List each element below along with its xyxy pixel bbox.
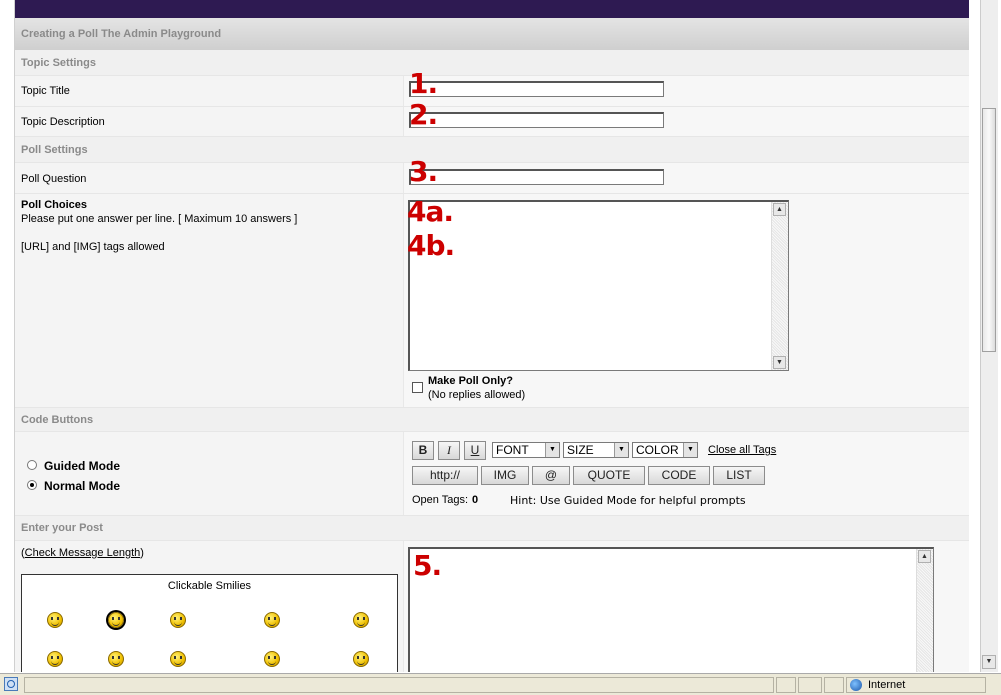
guided-mode-hint: Hint: Use Guided Mode for helpful prompt… xyxy=(510,494,746,507)
annotation-2: 2. xyxy=(409,98,438,131)
normal-mode-radio[interactable] xyxy=(27,480,37,490)
make-poll-only-checkbox[interactable] xyxy=(412,382,423,393)
browser-window: Creating a Poll The Admin Playground Top… xyxy=(0,0,1001,695)
size-select[interactable]: SIZE ▼ xyxy=(563,442,629,458)
topic-description-label: Topic Description xyxy=(21,116,105,128)
color-select-value: COLOR xyxy=(636,443,679,457)
scroll-up-icon[interactable]: ▲ xyxy=(918,550,931,563)
guided-mode-radio[interactable] xyxy=(27,460,37,470)
post-scrollbar[interactable]: ▲ xyxy=(916,549,933,672)
chevron-down-icon: ▼ xyxy=(545,443,559,457)
topic-description-input[interactable] xyxy=(409,112,664,128)
font-select[interactable]: FONT ▼ xyxy=(492,442,560,458)
header-band xyxy=(15,0,969,18)
chevron-down-icon: ▼ xyxy=(614,443,628,457)
section-poll-settings: Poll Settings xyxy=(15,137,969,163)
poll-question-label: Poll Question xyxy=(21,173,87,185)
check-length-wrapper: (Check Message Length) xyxy=(21,547,144,559)
annotation-1: 1. xyxy=(409,67,438,100)
topic-title-input[interactable] xyxy=(409,81,664,97)
topic-title-label: Topic Title xyxy=(21,85,70,97)
underline-button[interactable]: U xyxy=(464,441,486,460)
make-poll-only-sublabel: (No replies allowed) xyxy=(428,389,526,401)
section-code-buttons: Code Buttons xyxy=(15,408,969,432)
make-poll-only-label: Make Poll Only? xyxy=(428,375,513,387)
row-poll-choices: Poll Choices Please put one answer per l… xyxy=(15,194,969,408)
post-textarea[interactable]: ▲ xyxy=(408,547,934,672)
scroll-down-icon[interactable]: ▼ xyxy=(773,356,786,369)
main-content: Creating a Poll The Admin Playground Top… xyxy=(15,18,969,672)
email-tag-button[interactable]: @ xyxy=(532,466,570,485)
smilies-title: Clickable Smilies xyxy=(167,580,252,592)
smiley-laugh-icon[interactable] xyxy=(47,651,63,667)
section-enter-post: Enter your Post xyxy=(15,516,969,541)
quote-tag-button[interactable]: QUOTE xyxy=(573,466,645,485)
status-bar: Internet xyxy=(0,673,1001,695)
open-tags-label: Open Tags: xyxy=(412,494,469,506)
row-topic-description: Topic Description 2. xyxy=(15,101,969,137)
status-segment xyxy=(776,677,796,693)
poll-question-input[interactable] xyxy=(409,169,664,185)
smilies-panel: Clickable Smilies xyxy=(21,574,398,672)
page-icon xyxy=(4,677,18,691)
check-message-length-link[interactable]: Check Message Length xyxy=(25,547,141,559)
normal-mode-label: Normal Mode xyxy=(44,479,121,493)
scroll-up-icon[interactable]: ▲ xyxy=(773,203,786,216)
smiley-wink-icon[interactable] xyxy=(264,612,280,628)
poll-choices-scrollbar[interactable]: ▲ ▼ xyxy=(771,202,788,370)
poll-choices-label: Poll Choices xyxy=(21,199,88,211)
section-topic-settings: Topic Settings xyxy=(15,50,969,76)
url-tag-button[interactable]: http:// xyxy=(412,466,478,485)
row-poll-question: Poll Question 3. xyxy=(15,158,969,194)
check-length-close-paren: ) xyxy=(140,547,144,559)
globe-icon xyxy=(850,679,862,691)
open-tags-count: 0 xyxy=(472,494,479,506)
status-segment xyxy=(798,677,822,693)
smiley-cool-icon[interactable] xyxy=(108,651,124,667)
chevron-down-icon: ▼ xyxy=(683,443,697,457)
font-select-value: FONT xyxy=(496,443,529,457)
smiley-grin-icon[interactable] xyxy=(353,612,369,628)
annotation-3: 3. xyxy=(409,155,438,188)
smiley-confused-icon[interactable] xyxy=(47,612,63,628)
annotation-4a: 4a. xyxy=(407,195,454,228)
status-text-area xyxy=(24,677,774,693)
annotation-5: 5. xyxy=(413,549,442,582)
smiley-trophy-icon[interactable] xyxy=(108,612,124,628)
window-scrollbar-thumb[interactable] xyxy=(982,108,996,352)
poll-choices-textarea[interactable]: ▲ ▼ xyxy=(408,200,789,371)
italic-button[interactable]: I xyxy=(438,441,460,460)
guided-mode-label: Guided Mode xyxy=(44,459,120,473)
poll-choices-help: Please put one answer per line. [ Maximu… xyxy=(21,213,298,225)
security-zone[interactable]: Internet xyxy=(846,677,986,693)
list-tag-button[interactable]: LIST xyxy=(713,466,765,485)
window-scrollbar[interactable]: ▼ xyxy=(980,0,998,672)
status-segment xyxy=(824,677,844,693)
poll-choices-tags-note: [URL] and [IMG] tags allowed xyxy=(21,241,165,253)
page-title: Creating a Poll The Admin Playground xyxy=(15,18,969,50)
color-select[interactable]: COLOR ▼ xyxy=(632,442,698,458)
row-topic-title: Topic Title 1. xyxy=(15,70,969,107)
img-tag-button[interactable]: IMG xyxy=(481,466,529,485)
annotation-4b: 4b. xyxy=(407,229,455,262)
row-code-buttons: Guided Mode Normal Mode B I U FONT ▼ SIZ… xyxy=(15,432,969,516)
smiley-happy-icon[interactable] xyxy=(353,651,369,667)
smiley-dizzy-icon[interactable] xyxy=(170,651,186,667)
code-tag-button[interactable]: CODE xyxy=(648,466,710,485)
size-select-value: SIZE xyxy=(567,443,594,457)
smiley-sleepy-icon[interactable] xyxy=(264,651,280,667)
bold-button[interactable]: B xyxy=(412,441,434,460)
scroll-down-icon[interactable]: ▼ xyxy=(982,655,996,669)
close-all-tags-link[interactable]: Close all Tags xyxy=(708,444,776,456)
left-frame-border xyxy=(0,0,15,672)
smiley-surprised-icon[interactable] xyxy=(170,612,186,628)
security-zone-label: Internet xyxy=(868,679,906,691)
